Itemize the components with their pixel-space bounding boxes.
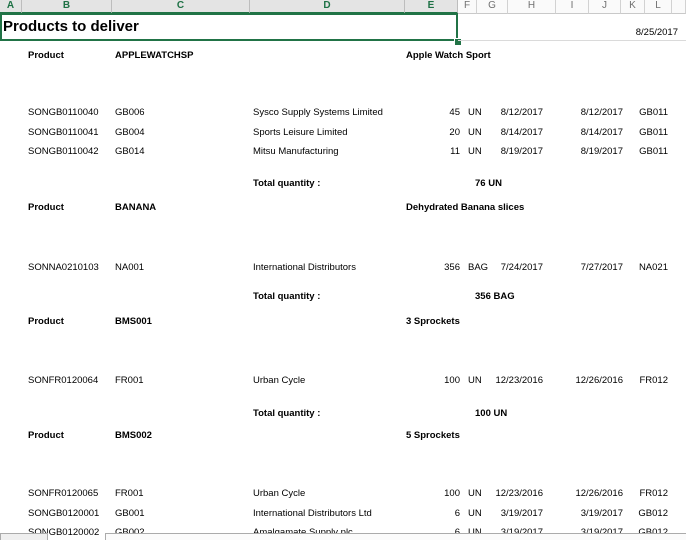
column-header-E[interactable]: E (405, 0, 458, 14)
section-product-description[interactable]: Dehydrated Banana slices (406, 202, 524, 213)
total-quantity-value[interactable]: 76 UN (475, 178, 502, 189)
cell-quantity[interactable]: 45 (400, 107, 460, 118)
cell-site-code[interactable]: GB011 (606, 146, 668, 157)
column-header-C[interactable]: C (112, 0, 250, 14)
cell-site-code[interactable]: GB011 (606, 107, 668, 118)
section-product-label[interactable]: Product (28, 430, 64, 441)
section-product-label[interactable]: Product (28, 50, 64, 61)
column-header-A[interactable]: A (0, 0, 22, 14)
cell-quantity[interactable]: 6 (400, 508, 460, 519)
column-header-D[interactable]: D (250, 0, 405, 14)
cell-ship-date[interactable]: 8/12/2017 (461, 107, 543, 118)
total-quantity-label[interactable]: Total quantity : (253, 178, 320, 189)
cell-order-number[interactable]: SONGB0110042 (28, 146, 99, 157)
partial-next-row-cell[interactable] (0, 533, 48, 540)
cell-customer-code[interactable]: GB004 (115, 127, 145, 138)
column-header-partial[interactable] (672, 0, 686, 14)
cell-quantity[interactable]: 100 (400, 375, 460, 386)
spreadsheet-view: ABCDEFGHIJKL Products to deliver 8/25/20… (0, 0, 686, 540)
cell-order-number[interactable]: SONFR0120064 (28, 375, 98, 386)
cell-customer-name[interactable]: Sysco Supply Systems Limited (253, 107, 383, 118)
total-quantity-value[interactable]: 100 UN (475, 408, 507, 419)
section-product-code[interactable]: BANANA (115, 202, 156, 213)
cell-site-code[interactable]: FR012 (606, 375, 668, 386)
cell-order-number[interactable]: SONNA0210103 (28, 262, 99, 273)
column-header-K[interactable]: K (621, 0, 645, 14)
column-header-G[interactable]: G (477, 0, 508, 14)
cell-site-code[interactable]: GB012 (606, 508, 668, 519)
partial-next-row-strip[interactable] (105, 533, 686, 540)
column-header-strip: ABCDEFGHIJKL (0, 0, 686, 14)
cell-customer-code[interactable]: FR001 (115, 488, 144, 499)
section-product-description[interactable]: 3 Sprockets (406, 316, 460, 327)
cell-customer-name[interactable]: Mitsu Manufacturing (253, 146, 339, 157)
total-quantity-value[interactable]: 356 BAG (475, 291, 515, 302)
section-product-label[interactable]: Product (28, 316, 64, 327)
cell-site-code[interactable]: GB011 (606, 127, 668, 138)
column-header-H[interactable]: H (508, 0, 556, 14)
section-product-description[interactable]: Apple Watch Sport (406, 50, 491, 61)
row1-gridline (458, 40, 686, 41)
column-header-F[interactable]: F (458, 0, 477, 14)
total-quantity-label[interactable]: Total quantity : (253, 291, 320, 302)
cell-customer-code[interactable]: GB001 (115, 508, 145, 519)
section-product-code[interactable]: BMS002 (115, 430, 152, 441)
cell-ship-date[interactable]: 7/24/2017 (461, 262, 543, 273)
cell-customer-name[interactable]: International Distributors (253, 262, 356, 273)
cell-ship-date[interactable]: 8/14/2017 (461, 127, 543, 138)
cell-ship-date[interactable]: 12/23/2016 (461, 488, 543, 499)
cell-customer-code[interactable]: GB006 (115, 107, 145, 118)
section-product-label[interactable]: Product (28, 202, 64, 213)
cell-ship-date[interactable]: 12/23/2016 (461, 375, 543, 386)
cell-quantity[interactable]: 20 (400, 127, 460, 138)
cell-customer-name[interactable]: International Distributors Ltd (253, 508, 372, 519)
cell-site-code[interactable]: FR012 (606, 488, 668, 499)
cell-ship-date[interactable]: 3/19/2017 (461, 508, 543, 519)
column-header-J[interactable]: J (589, 0, 621, 14)
cell-quantity[interactable]: 356 (400, 262, 460, 273)
cell-order-number[interactable]: SONFR0120065 (28, 488, 98, 499)
cell-customer-name[interactable]: Sports Leisure Limited (253, 127, 348, 138)
cell-quantity[interactable]: 11 (400, 146, 460, 157)
total-quantity-label[interactable]: Total quantity : (253, 408, 320, 419)
section-product-description[interactable]: 5 Sprockets (406, 430, 460, 441)
section-product-code[interactable]: BMS001 (115, 316, 152, 327)
column-header-L[interactable]: L (645, 0, 672, 14)
cell-order-number[interactable]: SONGB0110041 (28, 127, 99, 138)
report-title-cell[interactable]: Products to deliver (3, 18, 139, 35)
column-header-I[interactable]: I (556, 0, 589, 14)
cell-customer-name[interactable]: Urban Cycle (253, 375, 305, 386)
cell-customer-code[interactable]: FR001 (115, 375, 144, 386)
cell-site-code[interactable]: NA021 (606, 262, 668, 273)
cell-customer-name[interactable]: Urban Cycle (253, 488, 305, 499)
cell-order-number[interactable]: SONGB0120001 (28, 508, 99, 519)
cell-order-number[interactable]: SONGB0110040 (28, 107, 99, 118)
column-header-B[interactable]: B (22, 0, 112, 14)
cell-quantity[interactable]: 100 (400, 488, 460, 499)
cell-customer-code[interactable]: GB014 (115, 146, 145, 157)
cell-ship-date[interactable]: 8/19/2017 (461, 146, 543, 157)
cell-customer-code[interactable]: NA001 (115, 262, 144, 273)
report-date-cell[interactable]: 8/25/2017 (636, 27, 678, 38)
section-product-code[interactable]: APPLEWATCHSP (115, 50, 193, 61)
